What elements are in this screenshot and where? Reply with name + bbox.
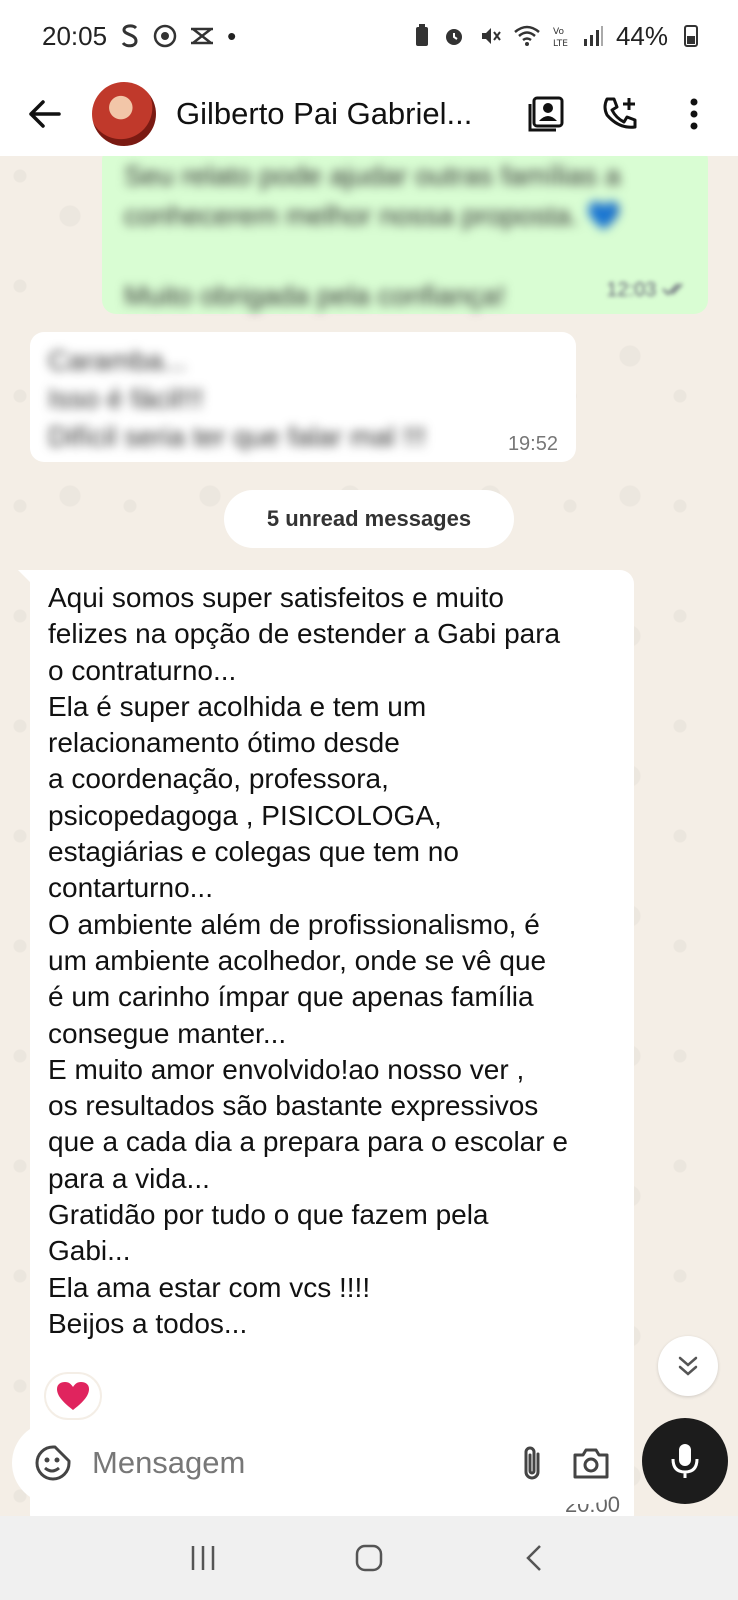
home-icon <box>355 1544 383 1572</box>
message-line: Ela é super acolhida e tem um <box>48 690 427 722</box>
read-receipt-icon <box>662 283 683 296</box>
sticker-button[interactable] <box>34 1444 72 1482</box>
incoming-message[interactable]: Caramba... Isso é fácil!!! Difícil seria… <box>30 332 576 462</box>
message-line: relacionamento ótimo desde <box>48 727 400 759</box>
attach-button[interactable] <box>515 1439 548 1487</box>
add-call-button[interactable] <box>594 88 646 140</box>
message-line: conhecerem melhor nossa proposta. 💙 <box>124 200 622 231</box>
message-line: estagiárias e colegas que tem no <box>48 836 459 868</box>
message-line: é um carinho ímpar que apenas família <box>48 981 534 1013</box>
message-line: Aqui somos super satisfeitos e muito <box>48 582 504 613</box>
message-line <box>124 236 686 276</box>
mute-icon <box>478 24 502 48</box>
volte-icon: Vo LTE <box>552 24 570 48</box>
nav-back-button[interactable] <box>505 1528 565 1588</box>
message-time: 12:03 <box>606 279 688 302</box>
paperclip-icon <box>524 1446 539 1480</box>
unread-messages-divider: 5 unread messages <box>224 490 514 548</box>
message-line: Ela ama estar com vcs !!!! <box>48 1271 371 1303</box>
message-line: um ambiente acolhedor, onde se vê que <box>48 944 547 976</box>
message-line: contarturno... <box>48 872 213 904</box>
battery-saver-icon <box>414 24 430 48</box>
signal-icon <box>582 25 604 47</box>
outgoing-message[interactable]: Seu relato pode ajudar outras famílias a… <box>102 156 708 314</box>
message-line: felizes na opção de estender a Gabi para <box>48 618 561 650</box>
recent-apps-icon <box>191 1546 215 1570</box>
microphone-icon <box>671 1444 699 1478</box>
sticker-icon <box>35 1445 71 1481</box>
recent-apps-button[interactable] <box>173 1528 233 1588</box>
scissors-icon <box>189 25 215 47</box>
back-arrow-icon <box>29 100 61 128</box>
home-button[interactable] <box>339 1528 399 1588</box>
incoming-message-text: Caramba... Isso é fácil!!! Difícil seria… <box>48 342 558 456</box>
message-line: E muito amor envolvido!ao nosso ver , <box>48 1053 525 1085</box>
chat-area[interactable]: Seu relato pode ajudar outras famílias a… <box>0 156 738 1516</box>
contact-card-icon <box>528 96 564 132</box>
alarm-icon <box>442 24 466 48</box>
message-text: Aqui somos super satisfeitos e muito feli… <box>48 580 616 1342</box>
message-line: Seu relato pode ajudar outras famílias a <box>124 160 621 191</box>
message-line: Beijos a todos... <box>48 1307 248 1339</box>
back-button[interactable] <box>24 94 64 134</box>
message-time-text: 12:03 <box>606 279 657 301</box>
chrome-icon <box>153 24 177 48</box>
message-line: o contraturno... <box>48 654 237 686</box>
chat-header: Gilberto Pai Gabriel... <box>0 72 738 156</box>
message-composer <box>12 1422 628 1504</box>
svg-text:LTE: LTE <box>553 39 568 48</box>
voice-message-button[interactable] <box>642 1418 728 1504</box>
chevron-left-icon <box>526 1545 541 1571</box>
more-vert-icon <box>690 98 698 130</box>
message-line: que a cada dia a prepara para o escolar … <box>48 1126 568 1158</box>
system-nav-bar <box>0 1516 738 1600</box>
outgoing-message-text: Seu relato pode ajudar outras famílias a… <box>124 156 686 316</box>
contact-card-button[interactable] <box>520 88 572 140</box>
contact-name[interactable]: Gilberto Pai Gabriel... <box>176 96 498 132</box>
more-options-button[interactable] <box>668 88 720 140</box>
message-line: a coordenação, professora, <box>48 763 389 795</box>
message-line: os resultados são bastante expressivos <box>48 1090 539 1122</box>
scroll-to-bottom-button[interactable] <box>658 1336 718 1396</box>
avatar[interactable] <box>92 82 156 146</box>
battery-icon <box>684 25 698 47</box>
message-line: Gratidão por tudo o que fazem pela <box>48 1199 489 1231</box>
camera-icon <box>573 1448 609 1479</box>
message-line: consegue manter... <box>48 1017 287 1049</box>
heart-icon <box>57 1382 89 1410</box>
status-bar: 20:05 • Vo LTE 44% <box>0 0 738 72</box>
message-line: para a vida... <box>48 1162 210 1194</box>
message-time: 19:52 <box>507 433 558 455</box>
double-chevron-down-icon <box>678 1356 698 1376</box>
incoming-message[interactable]: Aqui somos super satisfeitos e muito feli… <box>18 570 634 1516</box>
message-line: Difícil seria ter que falar mal !!! <box>48 421 427 452</box>
svg-text:Vo: Vo <box>553 27 564 37</box>
message-line: Isso é fácil!!! <box>48 383 204 414</box>
status-right: Vo LTE 44% <box>414 21 698 52</box>
message-line: Muito obrigada pela confiança! <box>124 280 506 311</box>
message-input[interactable] <box>92 1445 491 1481</box>
message-line: O ambiente além de profissionalismo, é <box>48 908 540 940</box>
wifi-icon <box>514 25 540 47</box>
status-time: 20:05 <box>42 20 108 51</box>
message-line: psicopedagoga , PISICOLOGA, <box>48 799 442 831</box>
message-line: Gabi... <box>48 1235 131 1267</box>
message-line: Caramba... <box>48 345 187 376</box>
add-call-icon <box>603 97 637 129</box>
status-left: 20:05 • <box>42 21 236 52</box>
status-dot: • <box>227 20 237 51</box>
battery-percent: 44% <box>615 20 668 51</box>
message-reaction[interactable] <box>44 1372 102 1420</box>
s-icon <box>119 23 141 49</box>
camera-button[interactable] <box>572 1439 610 1487</box>
